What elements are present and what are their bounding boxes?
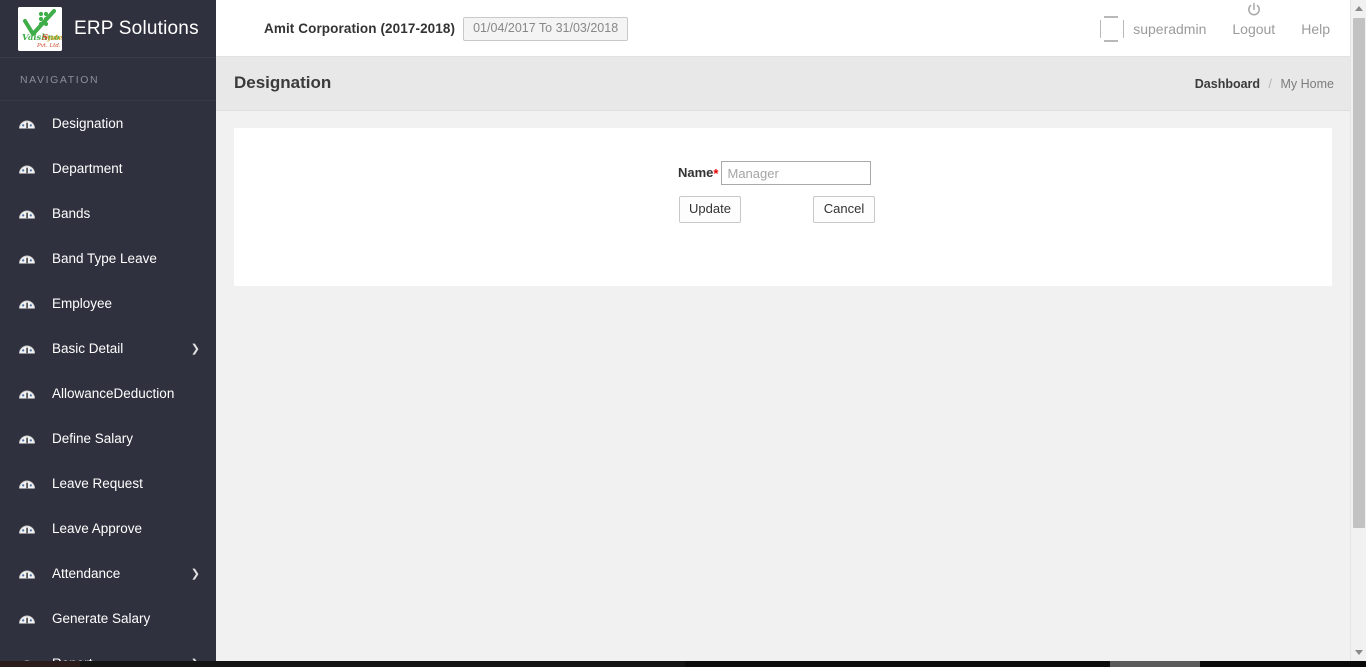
sidebar-item-label: Generate Salary	[52, 611, 192, 626]
chevron-right-icon: ❯	[191, 567, 200, 580]
name-label-text: Name	[678, 165, 713, 180]
sidebar-item-basic-detail[interactable]: Basic Detail ❯	[0, 326, 216, 371]
username-label: superadmin	[1133, 21, 1206, 37]
form-actions: Update Cancel	[679, 196, 875, 223]
dashboard-icon	[18, 340, 36, 358]
cancel-button[interactable]: Cancel	[813, 196, 875, 223]
dashboard-icon	[18, 520, 36, 538]
dashboard-icon	[18, 205, 36, 223]
navigation-menu: Designation Department Bands	[0, 101, 216, 661]
required-asterisk: *	[713, 166, 718, 181]
sidebar-item-band-type-leave[interactable]: Band Type Leave	[0, 236, 216, 281]
sidebar-item-label: Leave Request	[52, 476, 192, 491]
sidebar-item-label: Basic Detail	[52, 341, 183, 356]
taskbar-segment	[1110, 661, 1200, 667]
brand-header[interactable]: Vaishno S ystem Pvt. Ltd. ERP Solutions	[0, 0, 216, 58]
dashboard-icon	[18, 610, 36, 628]
company-name: Amit Corporation (2017-2018)	[264, 21, 455, 36]
taskbar-segment	[1200, 661, 1366, 667]
page-title-bar: Designation Dashboard / My Home	[216, 57, 1350, 111]
navigation-section-header: NAVIGATION	[0, 58, 216, 101]
top-header-bar: Amit Corporation (2017-2018) 01/04/2017 …	[216, 0, 1350, 57]
sidebar-item-department[interactable]: Department	[0, 146, 216, 191]
sidebar-item-label: Employee	[52, 296, 192, 311]
page-title: Designation	[234, 73, 331, 93]
update-button[interactable]: Update	[679, 196, 741, 223]
company-context: Amit Corporation (2017-2018) 01/04/2017 …	[264, 17, 628, 41]
breadcrumb-dashboard[interactable]: Dashboard	[1195, 77, 1260, 91]
sidebar-item-label: Attendance	[52, 566, 183, 581]
dashboard-icon	[18, 115, 36, 133]
sidebar-item-employee[interactable]: Employee	[0, 281, 216, 326]
sidebar-item-define-salary[interactable]: Define Salary	[0, 416, 216, 461]
breadcrumb: Dashboard / My Home	[1195, 77, 1334, 91]
sidebar-item-generate-salary[interactable]: Generate Salary	[0, 596, 216, 641]
breadcrumb-my-home[interactable]: My Home	[1281, 77, 1334, 91]
company-logo: Vaishno S ystem Pvt. Ltd.	[18, 7, 62, 51]
brand-title: ERP Solutions	[74, 18, 199, 40]
sidebar: Vaishno S ystem Pvt. Ltd. ERP Solutions …	[0, 0, 216, 661]
designation-form: Name* Update Cancel	[678, 161, 875, 223]
dashboard-icon	[18, 385, 36, 403]
dashboard-icon	[18, 250, 36, 268]
dashboard-icon	[18, 430, 36, 448]
logout-label: Logout	[1232, 21, 1275, 37]
power-icon	[1246, 2, 1262, 21]
sidebar-item-designation[interactable]: Designation	[0, 101, 216, 146]
name-field-row: Name*	[678, 161, 875, 185]
taskbar-segment	[0, 661, 80, 667]
dashboard-icon	[18, 475, 36, 493]
financial-year-badge[interactable]: 01/04/2017 To 31/03/2018	[463, 17, 628, 41]
sidebar-item-label: Bands	[52, 206, 192, 221]
scrollbar-thumb[interactable]	[1353, 18, 1365, 528]
logout-button[interactable]: Logout	[1232, 21, 1275, 37]
svg-text:ystem: ystem	[46, 33, 62, 42]
form-panel: Name* Update Cancel	[234, 128, 1332, 286]
sidebar-item-leave-approve[interactable]: Leave Approve	[0, 506, 216, 551]
content-area: Name* Update Cancel	[216, 111, 1350, 661]
svg-text:Pvt. Ltd.: Pvt. Ltd.	[36, 43, 61, 49]
os-taskbar	[0, 661, 1366, 667]
sidebar-item-label: Leave Approve	[52, 521, 192, 536]
sidebar-item-leave-request[interactable]: Leave Request	[0, 461, 216, 506]
header-actions: superadmin Logout Help	[1099, 0, 1334, 57]
sidebar-item-label: Band Type Leave	[52, 251, 192, 266]
help-button[interactable]: Help	[1301, 21, 1330, 37]
dashboard-icon	[18, 160, 36, 178]
dashboard-icon	[18, 295, 36, 313]
name-input[interactable]	[721, 161, 871, 185]
sidebar-item-bands[interactable]: Bands	[0, 191, 216, 236]
taskbar-segment	[685, 661, 1110, 667]
scroll-up-arrow-icon[interactable]	[1351, 0, 1366, 17]
sidebar-item-label: Define Salary	[52, 431, 192, 446]
sidebar-item-label: Designation	[52, 116, 192, 131]
application-window: Vaishno S ystem Pvt. Ltd. ERP Solutions …	[0, 0, 1366, 667]
breadcrumb-separator: /	[1269, 77, 1272, 91]
sidebar-item-attendance[interactable]: Attendance ❯	[0, 551, 216, 596]
chevron-right-icon: ❯	[191, 342, 200, 355]
broken-image-icon	[1099, 14, 1125, 44]
sidebar-item-report[interactable]: Report ❯	[0, 641, 216, 661]
name-label: Name*	[678, 165, 721, 181]
scroll-down-arrow-icon[interactable]	[1351, 644, 1366, 661]
sidebar-item-label: AllowanceDeduction	[52, 386, 192, 401]
taskbar-segment	[80, 661, 685, 667]
vertical-scrollbar[interactable]	[1350, 0, 1366, 661]
dashboard-icon	[18, 565, 36, 583]
sidebar-item-allowancededuction[interactable]: AllowanceDeduction	[0, 371, 216, 416]
sidebar-item-label: Department	[52, 161, 192, 176]
help-label: Help	[1301, 21, 1330, 37]
